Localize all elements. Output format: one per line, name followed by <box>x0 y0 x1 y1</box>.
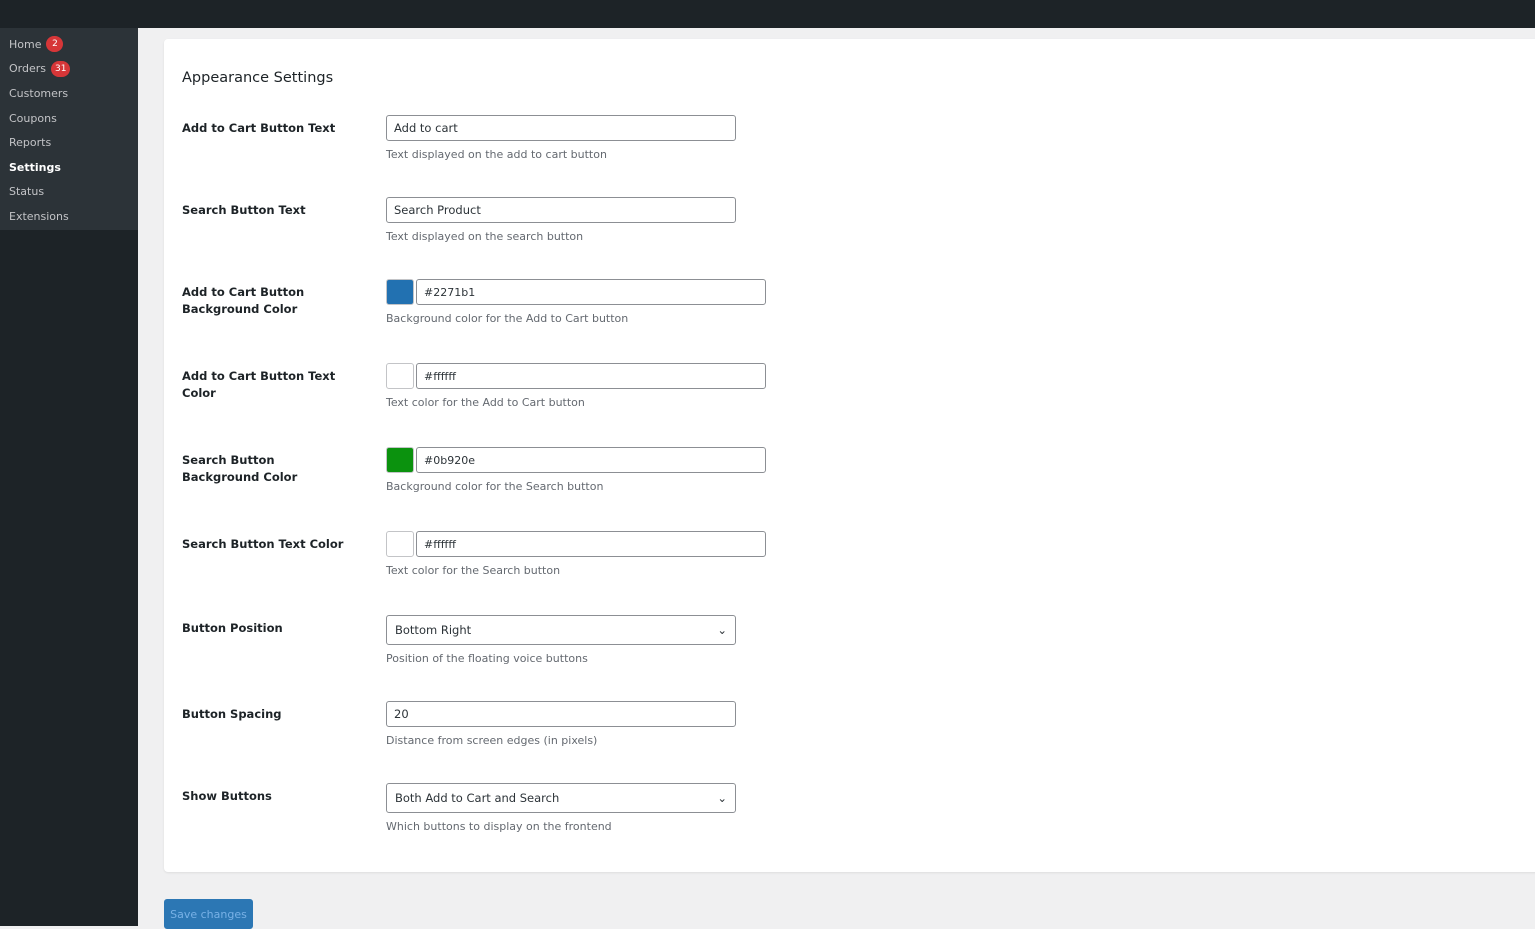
add-to-cart-text-input[interactable] <box>386 115 736 141</box>
admin-bar <box>0 0 1535 28</box>
chevron-down-icon: ⌄ <box>717 791 727 805</box>
sidebar: Home 2 Orders 31 Customers Coupons Reports… <box>0 28 138 926</box>
sidebar-item-coupons[interactable]: Coupons <box>0 106 138 131</box>
cart-bg-color-input[interactable] <box>416 279 766 305</box>
sidebar-item-reports[interactable]: Reports <box>0 130 138 155</box>
count-badge: 2 <box>46 36 64 53</box>
submenu: Home 2 Orders 31 Customers Coupons Reports… <box>0 28 138 230</box>
color-swatch[interactable] <box>386 531 414 557</box>
sidebar-item-home[interactable]: Home 2 <box>0 32 138 57</box>
search-text-input[interactable] <box>386 197 736 223</box>
sidebar-item-orders[interactable]: Orders 31 <box>0 57 138 82</box>
sidebar-item-settings[interactable]: Settings <box>0 155 138 180</box>
color-swatch[interactable] <box>386 279 414 305</box>
color-swatch[interactable] <box>386 447 414 473</box>
chevron-down-icon: ⌄ <box>717 623 727 637</box>
search-bg-color-input[interactable] <box>416 447 766 473</box>
sidebar-item-customers[interactable]: Customers <box>0 81 138 106</box>
search-text-color-input[interactable] <box>416 531 766 557</box>
count-badge: 31 <box>51 60 71 77</box>
show-buttons-select[interactable]: Both Add to Cart and Search ⌄ <box>386 783 736 813</box>
cart-text-color-input[interactable] <box>416 363 766 389</box>
color-swatch[interactable] <box>386 363 414 389</box>
sidebar-item-status[interactable]: Status <box>0 180 138 205</box>
button-spacing-input[interactable] <box>386 701 736 727</box>
section-title: Appearance Settings <box>182 70 334 86</box>
sidebar-item-extensions[interactable]: Extensions <box>0 204 138 229</box>
settings-card: Appearance Settings Add to Cart Button T… <box>164 39 1535 872</box>
save-changes-button[interactable]: Save changes <box>164 899 253 929</box>
button-position-select[interactable]: Bottom Right ⌄ <box>386 615 736 645</box>
